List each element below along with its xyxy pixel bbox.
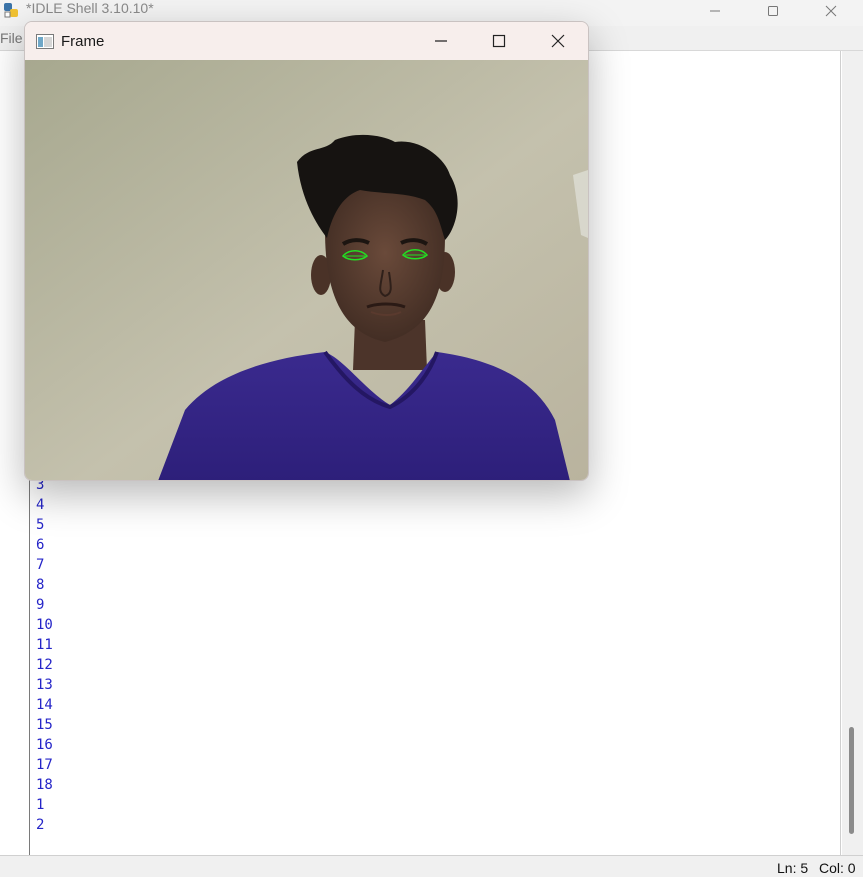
status-line-number: Ln: 5 [777, 860, 809, 876]
close-icon [825, 5, 837, 17]
python-app-icon [4, 3, 18, 18]
menu-item-file[interactable]: File [0, 30, 23, 46]
minimize-icon [710, 10, 720, 12]
output-line: 18 [36, 777, 53, 793]
output-line: 6 [36, 537, 45, 553]
status-bar: Ln: 5 Col: 0 [0, 855, 863, 877]
window-app-icon [36, 34, 54, 49]
frame-window: Frame [24, 21, 589, 481]
output-line: 5 [36, 517, 45, 533]
close-button[interactable] [810, 0, 852, 22]
webcam-feed-image [25, 60, 588, 480]
maximize-button[interactable] [752, 0, 794, 22]
output-line: 13 [36, 677, 53, 693]
scrollbar-thumb[interactable] [849, 727, 854, 834]
output-line: 4 [36, 497, 45, 513]
output-line: 10 [36, 617, 53, 633]
output-line: 7 [36, 557, 45, 573]
minimize-icon [435, 40, 447, 42]
output-line: 1 [36, 797, 45, 813]
window-title: *IDLE Shell 3.10.10* [26, 0, 154, 16]
output-line: 9 [36, 597, 45, 613]
frame-close-button[interactable] [535, 26, 581, 56]
output-line: 14 [36, 697, 53, 713]
output-line: 8 [36, 577, 45, 593]
maximize-icon [768, 6, 778, 16]
close-icon [551, 34, 565, 48]
output-list: 3 4 5 6 7 8 9 10 11 12 13 14 15 16 17 18 1 2 [36, 475, 53, 835]
output-line: 12 [36, 657, 53, 673]
status-column-number: Col: 0 [819, 860, 856, 876]
frame-minimize-button[interactable] [418, 26, 464, 56]
vertical-scrollbar[interactable] [842, 51, 863, 855]
output-line: 2 [36, 817, 45, 833]
output-line: 11 [36, 637, 53, 653]
output-line: 15 [36, 717, 53, 733]
minimize-button[interactable] [694, 0, 736, 22]
frame-maximize-button[interactable] [476, 26, 522, 56]
frame-titlebar[interactable]: Frame [25, 22, 588, 60]
frame-title: Frame [61, 33, 105, 50]
output-line: 17 [36, 757, 53, 773]
output-line: 16 [36, 737, 53, 753]
maximize-icon [492, 34, 506, 48]
